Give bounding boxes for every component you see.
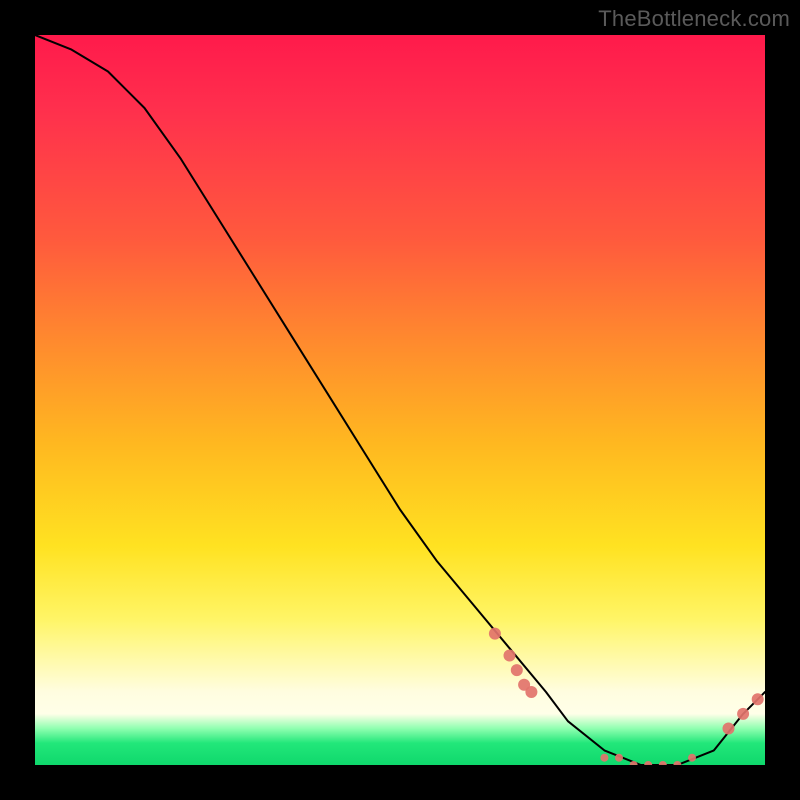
chart-frame: TheBottleneck.com bbox=[0, 0, 800, 800]
plot-area bbox=[35, 35, 765, 765]
gradient-background bbox=[35, 35, 765, 765]
watermark-text: TheBottleneck.com bbox=[598, 6, 790, 32]
